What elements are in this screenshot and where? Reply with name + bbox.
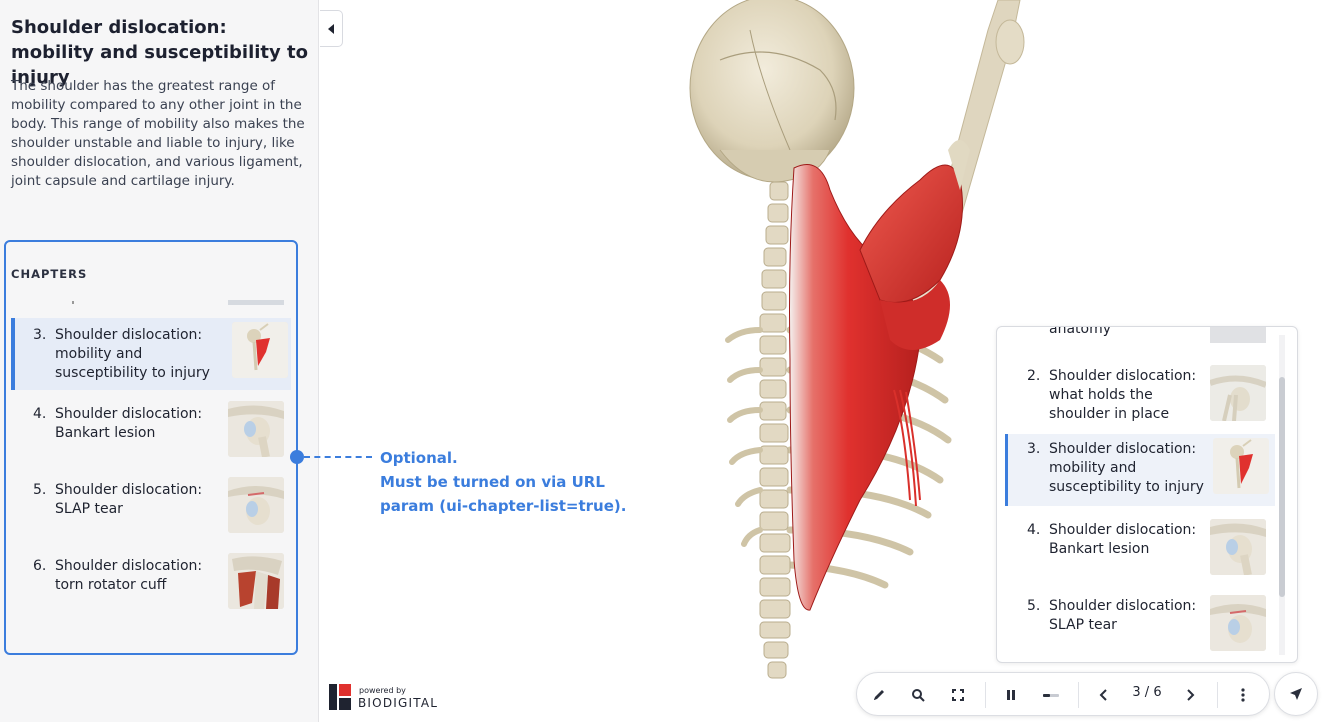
navigation-arrow-icon: [1290, 688, 1302, 700]
annotation-text: Optional. Must be turned on via URL para…: [380, 446, 680, 518]
chapter-number: 5.: [1027, 598, 1041, 614]
chapter-item-3[interactable]: 3. Shoulder dislocation: mobility and su…: [11, 318, 291, 390]
chapter-item-5[interactable]: 5. Shoulder dislocation: SLAP tear: [11, 473, 291, 545]
chapter-item-3[interactable]: 3. Shoulder dislocation: mobility and su…: [1005, 434, 1275, 506]
caret-left-icon: [328, 23, 334, 34]
chapter-number: 2.: [1027, 368, 1041, 384]
chapter-item-2[interactable]: 2. Shoulder dislocation: what holds the …: [1005, 361, 1275, 433]
chapter-label: Shoulder dislocation: Bankart lesion: [55, 406, 203, 441]
chapter-label: Shoulder dislocation: Bankart lesion: [1049, 522, 1197, 557]
shoulder-joint-thumbnail: [1210, 519, 1266, 575]
skeleton-muscle-thumbnail: [232, 322, 288, 378]
chapter-description: The shoulder has the greatest range of m…: [11, 78, 305, 189]
more-vertical-icon[interactable]: [1231, 683, 1255, 707]
pencil-icon[interactable]: [867, 683, 891, 707]
collapse-sidebar-button[interactable]: [320, 10, 343, 47]
chapter-label: Shoulder dislocation: SLAP tear: [55, 482, 203, 517]
pause-icon[interactable]: [999, 683, 1023, 707]
annotation-line-2: Must be turned on via URL: [380, 473, 605, 491]
chapter-item-5[interactable]: 5. Shoulder dislocation: SLAP tear: [1005, 591, 1275, 662]
biodigital-logo-mark: [329, 684, 351, 710]
chapter-item-6[interactable]: 6. Shoulder dislocation: torn rotator cu…: [11, 549, 291, 621]
shoulder-joint-thumbnail: [228, 401, 284, 457]
chapter-number: 5.: [33, 482, 47, 498]
cut-off-item-text: [72, 301, 74, 304]
chevron-left-icon[interactable]: [1092, 683, 1116, 707]
cut-off-thumbnail: [1210, 327, 1266, 343]
shoulder-skeleton-thumbnail: [1210, 365, 1266, 421]
chevron-right-icon[interactable]: [1178, 683, 1202, 707]
fullscreen-icon[interactable]: [946, 683, 970, 707]
toolbar-divider: [1078, 682, 1079, 708]
navigation-button[interactable]: [1274, 672, 1318, 716]
chapter-list-overlay: anatomy 2. Shoulder dislocation: what ho…: [996, 326, 1298, 663]
chapter-label: Shoulder dislocation: torn rotator cuff: [55, 558, 203, 593]
cut-off-item-text: anatomy: [1049, 326, 1112, 337]
annotation-line-3: param (ui-chapter-list=true).: [380, 497, 627, 515]
annotation-leader-line: [304, 456, 372, 458]
biodigital-logo[interactable]: powered by BIODIGITAL: [329, 684, 459, 712]
chapters-heading: CHAPTERS: [11, 267, 88, 281]
chapter-label: Shoulder dislocation: mobility and susce…: [1049, 441, 1204, 495]
shoulder-joint-thumbnail: [228, 477, 284, 533]
skeleton-muscle-thumbnail: [1213, 438, 1269, 494]
scrollbar-thumb[interactable]: [1279, 377, 1285, 597]
annotation-dot: [290, 450, 304, 464]
page-indicator: 3 / 6: [1132, 685, 1162, 700]
toolbar-divider: [1217, 682, 1218, 708]
chapter-number: 4.: [33, 406, 47, 422]
chapter-label: Shoulder dislocation: what holds the sho…: [1049, 368, 1197, 422]
search-icon[interactable]: [906, 683, 930, 707]
sidebar: Shoulder dislocation: mobility and susce…: [0, 0, 319, 722]
chapter-list-panel: CHAPTERS 3. Shoulder dislocation: mobili…: [4, 240, 298, 655]
chapter-number: 3.: [1027, 441, 1041, 457]
rotator-cuff-thumbnail: [228, 553, 284, 609]
chapter-label: Shoulder dislocation: SLAP tear: [1049, 598, 1197, 633]
chapter-list-scrollbar[interactable]: [1279, 335, 1285, 655]
slider-icon[interactable]: [1039, 683, 1063, 707]
logo-tagline: powered by: [359, 686, 406, 695]
chapter-number: 3.: [33, 327, 47, 343]
cut-off-thumbnail: [228, 300, 284, 305]
annotation-line-1: Optional.: [380, 449, 458, 467]
chapter-item-4[interactable]: 4. Shoulder dislocation: Bankart lesion: [11, 397, 291, 469]
shoulder-joint-thumbnail: [1210, 595, 1266, 651]
toolbar-divider: [985, 682, 986, 708]
logo-wordmark: BIODIGITAL: [358, 696, 439, 710]
chapter-number: 4.: [1027, 522, 1041, 538]
chapter-item-4[interactable]: 4. Shoulder dislocation: Bankart lesion: [1005, 515, 1275, 587]
chapter-label: Shoulder dislocation: mobility and susce…: [55, 327, 210, 381]
chapter-number: 6.: [33, 558, 47, 574]
viewer-toolbar: 3 / 6: [856, 672, 1270, 716]
